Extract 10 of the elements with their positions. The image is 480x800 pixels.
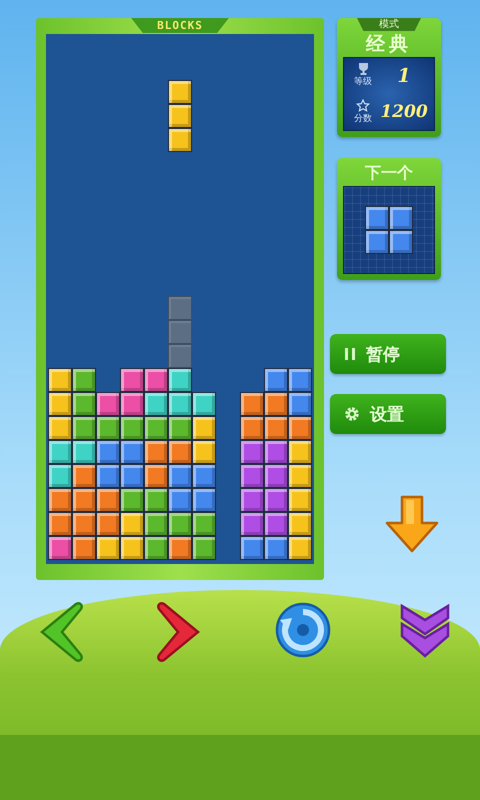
mode-label: 模式 [357,18,421,31]
settings-button[interactable]: 设置 [330,394,446,434]
mode-name: 经典 [364,32,413,57]
level-label: 等级 [354,76,372,88]
score-label: 分数 [354,112,372,125]
pause-button[interactable]: 暂停 [330,334,446,374]
board-title: BLOCKS [131,18,229,33]
score-value: 1200 [379,102,429,122]
level-value: 1 [396,64,412,87]
next-piece-title: 下一个 [364,162,414,184]
